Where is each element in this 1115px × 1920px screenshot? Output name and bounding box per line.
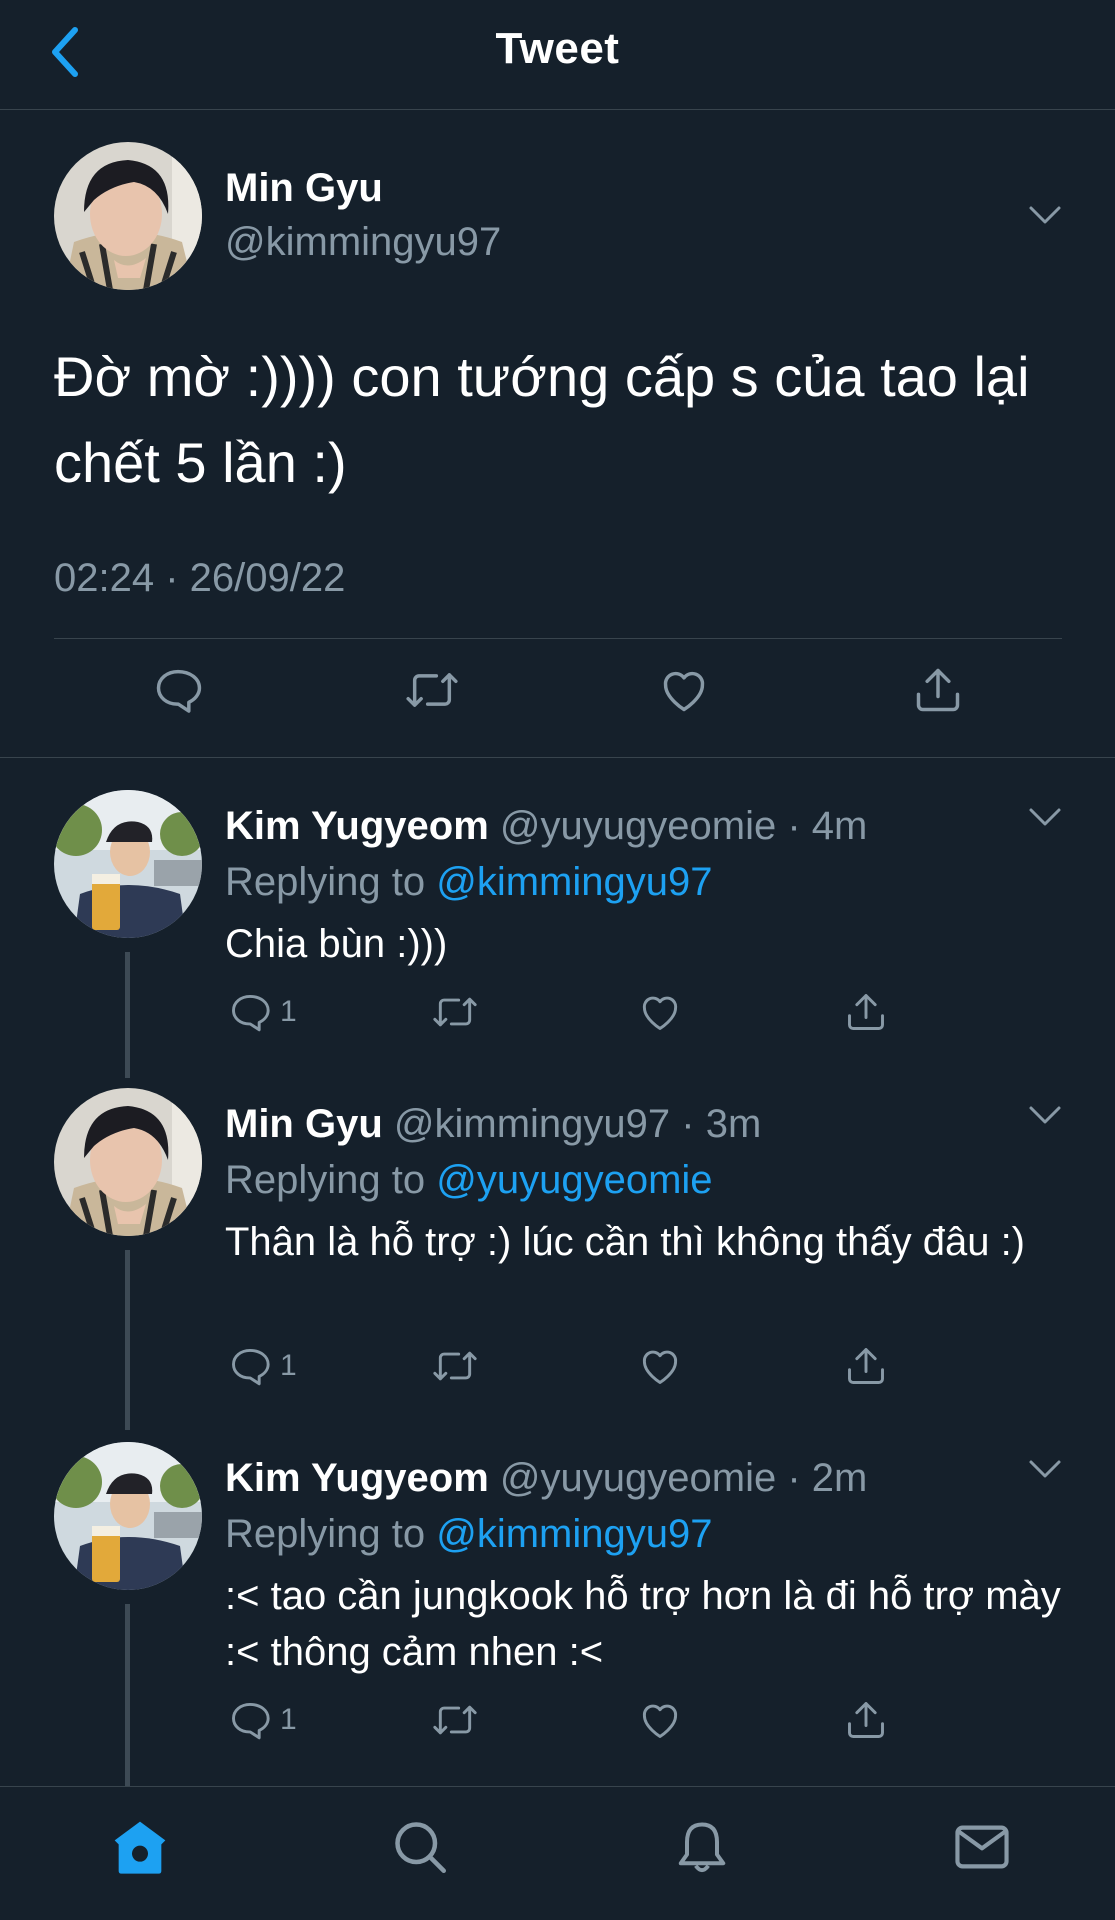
nav-search[interactable]: [380, 1807, 460, 1887]
reply-text: Chia bùn :))): [225, 922, 448, 966]
reply-button[interactable]: 1: [228, 984, 297, 1040]
reply-count: 1: [280, 995, 297, 1028]
reply-icon: [232, 1702, 270, 1740]
chevron-down-icon: [1029, 808, 1061, 826]
reply-header: Min Gyu @kimmingyu97 · 3m: [225, 1102, 761, 1147]
like-button[interactable]: [654, 660, 714, 720]
retweet-icon: [433, 1351, 477, 1381]
replying-to: Replying to @kimmingyu97: [225, 860, 712, 905]
avatar-min-gyu[interactable]: [54, 142, 202, 290]
reply-icon: [232, 1348, 270, 1386]
reply-author-name[interactable]: Kim Yugyeom: [225, 1456, 489, 1500]
reply-icon: [232, 994, 270, 1032]
like-icon: [642, 1350, 678, 1384]
share-icon: [848, 994, 884, 1030]
like-icon: [642, 1704, 678, 1738]
share-icon: [848, 1702, 884, 1738]
reply-handle-time: @yuyugyeomie · 4m: [499, 804, 868, 848]
share-icon: [848, 1348, 884, 1384]
tweet-text: Đờ mờ :)))) con tướng cấp s của tao lại …: [54, 345, 1030, 494]
mention-link[interactable]: @kimmingyu97: [436, 1512, 712, 1556]
nav-home[interactable]: [100, 1807, 180, 1887]
tweet-action-bar: [0, 660, 1115, 740]
author-name[interactable]: Min Gyu: [225, 166, 383, 211]
avatar-kim-yugyeom[interactable]: [54, 1442, 202, 1590]
like-icon: [663, 671, 705, 712]
reply-handle-time: @kimmingyu97 · 3m: [393, 1102, 762, 1146]
reply-count: 1: [280, 1349, 297, 1382]
reply-text: Thân là hỗ trợ :) lúc cần thì không thấy…: [225, 1220, 1025, 1264]
reply-button[interactable]: [148, 660, 208, 720]
mention-link[interactable]: @kimmingyu97: [436, 860, 712, 904]
page-title: Tweet: [495, 24, 620, 73]
reply-header: Kim Yugyeom @yuyugyeomie · 4m: [225, 804, 867, 849]
reply-options-button[interactable]: [1025, 1100, 1065, 1130]
notifications-icon: [678, 1822, 726, 1873]
like-icon: [642, 996, 678, 1030]
reply-action-bar: 1: [0, 1338, 1115, 1394]
retweet-icon: [406, 673, 458, 707]
share-button[interactable]: [844, 1692, 888, 1748]
author-handle[interactable]: @kimmingyu97: [225, 220, 501, 265]
like-button[interactable]: [638, 984, 682, 1040]
mention-link[interactable]: @yuyugyeomie: [436, 1158, 712, 1202]
reply-button[interactable]: 1: [228, 1692, 297, 1748]
divider: [54, 638, 1062, 639]
share-button[interactable]: [908, 660, 968, 720]
messages-icon: [955, 1825, 1009, 1869]
reply-author-name[interactable]: Min Gyu: [225, 1102, 383, 1146]
reply-options-button[interactable]: [1025, 802, 1065, 832]
nav-notifications[interactable]: [662, 1807, 742, 1887]
like-button[interactable]: [638, 1692, 682, 1748]
top-bar: Tweet: [0, 0, 1115, 110]
reply-count: 1: [280, 1703, 297, 1736]
reply-header: Kim Yugyeom @yuyugyeomie · 2m: [225, 1456, 867, 1501]
divider: [0, 757, 1115, 758]
retweet-button[interactable]: [430, 1692, 480, 1748]
retweet-icon: [433, 1705, 477, 1735]
home-icon: [114, 1821, 166, 1874]
retweet-button[interactable]: [430, 984, 480, 1040]
reply-handle-time: @yuyugyeomie · 2m: [499, 1456, 868, 1500]
chevron-down-icon: [1029, 1106, 1061, 1124]
retweet-icon: [433, 997, 477, 1027]
reply-author-name[interactable]: Kim Yugyeom: [225, 804, 489, 848]
search-icon: [395, 1822, 446, 1873]
nav-messages[interactable]: [942, 1807, 1022, 1887]
share-icon: [916, 668, 960, 712]
replying-to-prefix: Replying to: [225, 860, 437, 904]
chevron-down-icon: [1029, 206, 1061, 224]
reply-button[interactable]: 1: [228, 1338, 297, 1394]
share-button[interactable]: [844, 1338, 888, 1394]
reply-options-button[interactable]: [1025, 1454, 1065, 1484]
retweet-button[interactable]: [402, 660, 462, 720]
avatar-kim-yugyeom[interactable]: [54, 790, 202, 938]
replying-to-prefix: Replying to: [225, 1158, 437, 1202]
share-button[interactable]: [844, 984, 888, 1040]
reply-action-bar: 1: [0, 1692, 1115, 1748]
reply-action-bar: 1: [0, 984, 1115, 1040]
reply-icon: [156, 669, 202, 713]
replying-to: Replying to @kimmingyu97: [225, 1512, 712, 1557]
chevron-down-icon: [1029, 1460, 1061, 1478]
bottom-nav: [0, 1786, 1115, 1920]
like-button[interactable]: [638, 1338, 682, 1394]
tweet-options-button[interactable]: [1025, 200, 1065, 230]
avatar-min-gyu[interactable]: [54, 1088, 202, 1236]
replying-to-prefix: Replying to: [225, 1512, 437, 1556]
replying-to: Replying to @yuyugyeomie: [225, 1158, 713, 1203]
reply-text: :< tao cần jungkook hỗ trợ hơn là đi hỗ …: [225, 1574, 1061, 1674]
tweet-timestamp: 02:24 · 26/09/22: [54, 556, 346, 600]
retweet-button[interactable]: [430, 1338, 480, 1394]
